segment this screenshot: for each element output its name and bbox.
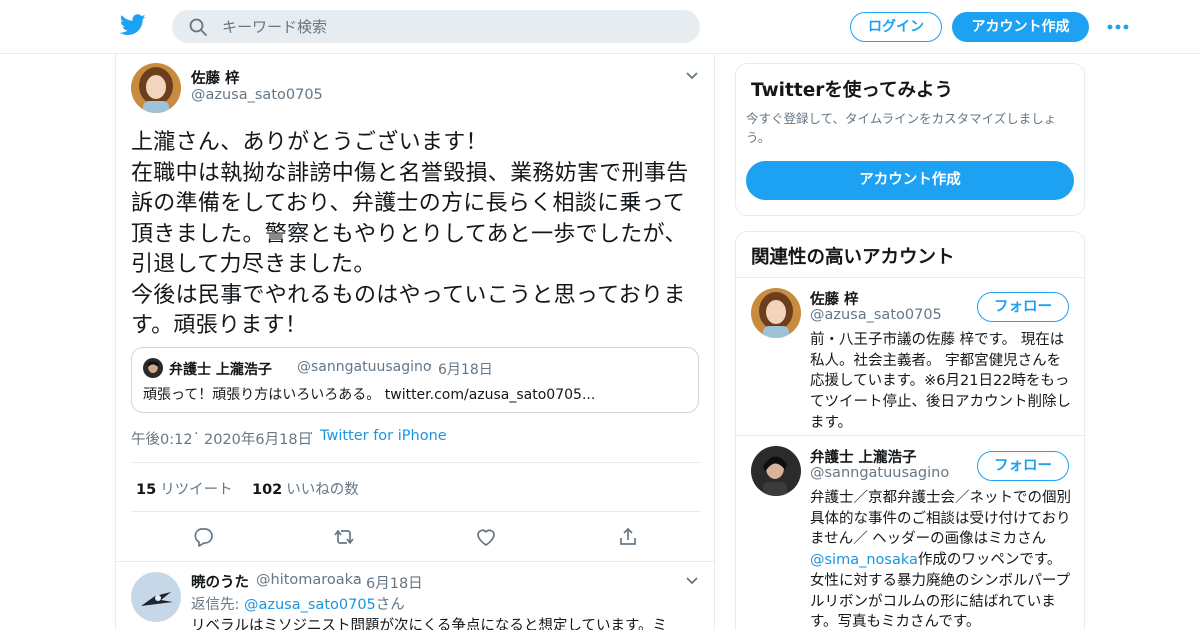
quoted-tweet[interactable]: 弁護士 上瀧浩子 @sanngatuusagino · 6月18日 頑張って！頑… xyxy=(131,347,699,413)
chevron-down-icon[interactable] xyxy=(685,576,699,586)
quote-text: 頑張って！頑張り方はいろいろある。 twitter.com/azusa_sato… xyxy=(143,387,596,403)
divider xyxy=(116,561,714,562)
account-bio-text: 弁護士／京都弁護士会／ネットでの個別具体的な事件のご相談は受け付けておりません／… xyxy=(810,490,1071,548)
divider xyxy=(736,435,1084,436)
signup-button[interactable]: アカウント作成 xyxy=(952,12,1089,42)
twitter-bird-icon[interactable] xyxy=(120,14,146,36)
account-bio: 弁護士／京都弁護士会／ネットでの個別具体的な事件のご相談は受け付けておりません／… xyxy=(810,488,1072,630)
account-bio: 前・八王子市議の佐藤 梓です。 現在は私人。社会主義者。 宇都宮健児さんを応援し… xyxy=(810,332,1071,431)
quote-author-handle: @sanngatuusagino xyxy=(297,359,432,375)
reply-author-handle[interactable]: @hitomaroaka xyxy=(256,572,362,588)
more-dots-icon[interactable] xyxy=(1106,17,1130,37)
share-icon[interactable] xyxy=(617,526,639,548)
retweet-count-label: リツイート xyxy=(160,482,233,498)
divider xyxy=(131,462,701,463)
top-navigation-bar: ログイン アカウント作成 xyxy=(0,0,1200,54)
reply-to-prefix: 返信先: xyxy=(191,597,244,613)
separator-dot: · xyxy=(309,426,314,442)
follow-button[interactable]: フォロー xyxy=(977,292,1069,322)
signup-card-description: 今すぐ登録して、タイムラインをカスタマイズしましょう。 xyxy=(746,111,1057,145)
separator-dot: · xyxy=(428,358,433,374)
avatar[interactable] xyxy=(751,288,801,338)
like-count[interactable]: 102 いいねの数 xyxy=(252,478,359,499)
avatar[interactable] xyxy=(131,572,181,622)
account-name[interactable]: 佐藤 梓 xyxy=(810,288,859,309)
avatar xyxy=(143,358,163,378)
like-count-number: 102 xyxy=(252,482,283,498)
signup-card: Twitterを使ってみよう 今すぐ登録して、タイムラインをカスタマイズしましょ… xyxy=(735,63,1085,216)
login-button[interactable]: ログイン xyxy=(850,12,942,42)
retweet-count[interactable]: 15 リツイート xyxy=(136,478,233,499)
reply-to-mention-link[interactable]: @azusa_sato0705 xyxy=(244,597,376,613)
chevron-down-icon[interactable] xyxy=(685,71,699,81)
avatar[interactable] xyxy=(131,63,181,113)
account-name[interactable]: 弁護士 上瀧浩子 xyxy=(810,446,917,467)
signup-card-button[interactable]: アカウント作成 xyxy=(746,161,1074,200)
author-handle[interactable]: @azusa_sato0705 xyxy=(191,87,323,103)
tweet-text: 上瀧さん、ありがとうございます！ 在職中は執拗な誹謗中傷と名誉毀損、業務妨害で刑… xyxy=(131,130,689,338)
search-icon xyxy=(189,18,207,36)
related-accounts-title: 関連性の高いアカウント xyxy=(751,247,955,268)
tweet-date[interactable]: 2020年6月18日 xyxy=(204,428,312,449)
reply-date[interactable]: 6月18日 xyxy=(366,572,423,593)
reply-to-line: 返信先: @azusa_sato0705さん xyxy=(191,593,405,614)
signup-card-title: Twitterを使ってみよう xyxy=(751,80,953,101)
tweet-source-link[interactable]: Twitter for iPhone xyxy=(320,428,447,444)
divider xyxy=(131,511,701,512)
quote-date: 6月18日 xyxy=(438,362,493,378)
avatar[interactable] xyxy=(751,446,801,496)
divider xyxy=(736,277,1084,278)
reply-icon[interactable] xyxy=(192,526,214,548)
bio-mention-link[interactable]: @sima_nosaka xyxy=(810,552,918,568)
retweet-icon[interactable] xyxy=(333,526,355,548)
tweet-time[interactable]: 午後0:12 xyxy=(131,428,193,449)
reply-text: リベラルはミソジニスト問題が次にくる争点になると想定しています。ミ xyxy=(191,618,668,630)
like-icon[interactable] xyxy=(475,526,497,548)
separator-dot: · xyxy=(355,570,360,586)
tweet-detail-column: 佐藤 梓 @azusa_sato0705 上瀧さん、ありがとうございます！ 在職… xyxy=(115,54,715,630)
like-count-label: いいねの数 xyxy=(286,482,359,498)
account-handle[interactable]: @azusa_sato0705 xyxy=(810,307,942,323)
separator-dot: · xyxy=(194,426,199,442)
related-accounts-card: 関連性の高いアカウント 佐藤 梓 @azusa_sato0705 フォロー 前・… xyxy=(735,231,1085,630)
follow-button[interactable]: フォロー xyxy=(977,451,1069,481)
author-name[interactable]: 佐藤 梓 xyxy=(191,67,240,88)
retweet-count-number: 15 xyxy=(136,482,157,498)
search-bar xyxy=(172,10,700,43)
quote-author-name: 弁護士 上瀧浩子 xyxy=(169,362,272,378)
reply-author-name[interactable]: 暁のうた xyxy=(191,571,249,592)
reply-to-suffix: さん xyxy=(375,597,405,613)
search-input[interactable] xyxy=(222,10,682,43)
account-handle[interactable]: @sanngatuusagino xyxy=(810,465,949,481)
